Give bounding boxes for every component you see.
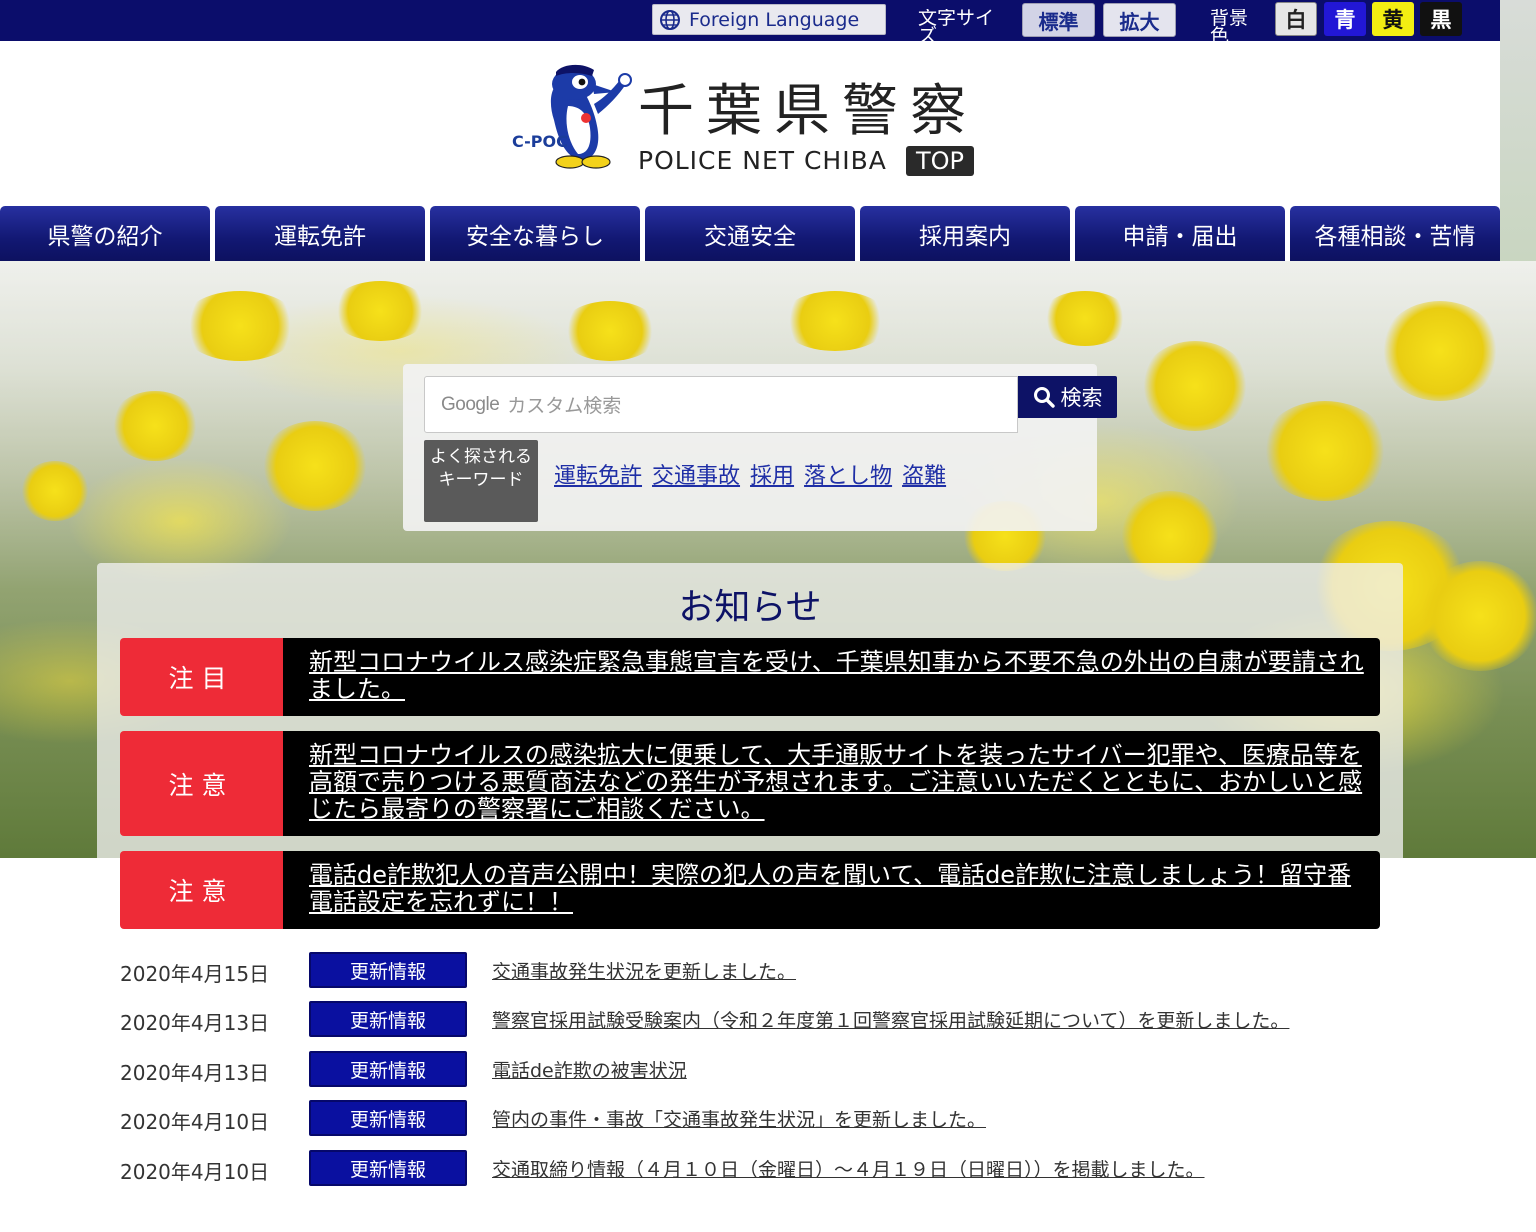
popular-keywords: 運転免許 交通事故 採用 落とし物 盗難 [554,458,946,490]
keyword-link-accident[interactable]: 交通事故 [652,458,740,490]
nav-item-about[interactable]: 県警の紹介 [0,206,210,261]
update-row: 2020年4月13日 更新情報 警察官採用試験受験案内（令和２年度第１回警察官採… [120,1001,1390,1037]
alert-tag: 注目 [120,638,283,716]
update-date: 2020年4月10日 [120,1110,270,1134]
bg-blue-button[interactable]: 青 [1324,2,1366,36]
alert-item[interactable]: 注意 新型コロナウイルスの感染拡大に便乗して、大手通販サイトを装ったサイバー犯罪… [120,731,1380,836]
alert-text[interactable]: 新型コロナウイルス感染症緊急事態宣言を受け、千葉県知事から不要不急の外出の自粛が… [283,638,1380,716]
search-icon [1033,387,1055,408]
bg-yellow-button[interactable]: 黄 [1372,2,1414,36]
flower-cluster [1040,291,1130,346]
keyword-link-license[interactable]: 運転免許 [554,458,642,490]
flower-cluster [260,421,370,511]
update-badge: 更新情報 [309,1100,467,1136]
font-size-label: 文字サイズ [918,9,995,41]
update-row: 2020年4月10日 更新情報 管内の事件・事故「交通事故発生状況」を更新しまし… [120,1100,1390,1136]
nav-item-recruit[interactable]: 採用案内 [860,206,1070,261]
font-large-button[interactable]: 拡大 [1103,3,1176,37]
popular-keywords-badge: よく探されるキーワード [424,440,538,522]
mascot-icon [550,64,632,169]
mascot-label: C-POC [512,132,568,151]
notice-title: お知らせ [678,587,822,628]
update-row: 2020年4月15日 更新情報 交通事故発生状況を更新しました。 [120,952,1390,988]
alert-item[interactable]: 注目 新型コロナウイルス感染症緊急事態宣言を受け、千葉県知事から不要不急の外出の… [120,638,1380,716]
font-standard-button[interactable]: 標準 [1022,3,1095,37]
flower-cluster [560,301,660,361]
update-badge: 更新情報 [309,1001,467,1037]
flower-cluster [1260,401,1390,501]
alert-tag: 注意 [120,731,283,836]
bg-color-label: 背景色 [1210,9,1249,41]
flower-cluster [180,291,300,361]
nav-item-license[interactable]: 運転免許 [215,206,425,261]
update-badge: 更新情報 [309,1150,467,1186]
search-placeholder: カスタム検索 [507,395,622,417]
search-input[interactable]: Google カスタム検索 [424,376,1018,433]
nav-item-safety[interactable]: 安全な暮らし [430,206,640,261]
update-date: 2020年4月13日 [120,1011,270,1035]
keyword-link-recruit[interactable]: 採用 [750,458,794,490]
nav-item-applications[interactable]: 申請・届出 [1075,206,1285,261]
site-title: 千葉県警察 [638,79,978,144]
alert-text[interactable]: 電話de詐欺犯人の音声公開中！実際の犯人の声を聞いて、電話de詐欺に注意しましょ… [283,851,1380,929]
update-date: 2020年4月10日 [120,1160,270,1184]
foreign-language-label: Foreign Language [689,8,860,31]
update-link[interactable]: 管内の事件・事故「交通事故発生状況」を更新しました。 [492,1105,986,1132]
globe-icon [660,9,680,30]
update-date: 2020年4月13日 [120,1061,270,1085]
update-link[interactable]: 交通取締り情報（４月１０日（金曜日）～４月１９日（日曜日））を掲載しました。 [492,1155,1205,1182]
update-badge: 更新情報 [309,1051,467,1087]
flower-cluster [110,391,200,461]
main-nav: 県警の紹介 運転免許 安全な暮らし 交通安全 採用案内 申請・届出 各種相談・苦… [0,206,1500,261]
update-row: 2020年4月10日 更新情報 交通取締り情報（４月１０日（金曜日）～４月１９日… [120,1150,1390,1186]
keyword-link-lost-item[interactable]: 落とし物 [804,458,892,490]
update-badge: 更新情報 [309,952,467,988]
alert-item[interactable]: 注意 電話de詐欺犯人の音声公開中！実際の犯人の声を聞いて、電話de詐欺に注意し… [120,851,1380,929]
keyword-link-theft[interactable]: 盗難 [902,458,946,490]
search-button-label: 検索 [1060,386,1103,410]
flower-cluster [1140,341,1250,431]
bg-black-button[interactable]: 黒 [1420,2,1462,36]
update-link[interactable]: 交通事故発生状況を更新しました。 [492,957,796,984]
nav-item-traffic[interactable]: 交通安全 [645,206,855,261]
alert-tag: 注意 [120,851,283,929]
update-date: 2020年4月15日 [120,962,270,986]
flower-cluster [20,461,90,521]
flower-cluster [780,291,890,351]
update-row: 2020年4月13日 更新情報 電話de詐欺の被害状況 [120,1051,1390,1087]
bg-white-button[interactable]: 白 [1275,2,1317,36]
google-label: Google [441,393,500,415]
site-logo[interactable]: C-POC 千葉県警察 POLICE NET CHIBA TOP [508,62,978,182]
alert-text[interactable]: 新型コロナウイルスの感染拡大に便乗して、大手通販サイトを装ったサイバー犯罪や、医… [283,731,1380,836]
top-tag: TOP [906,146,974,176]
foreign-language-button[interactable]: Foreign Language [652,4,886,35]
update-link[interactable]: 電話de詐欺の被害状況 [492,1056,687,1083]
flower-cluster [1380,301,1500,401]
nav-item-consultation[interactable]: 各種相談・苦情 [1290,206,1500,261]
site-subtitle: POLICE NET CHIBA [638,146,887,175]
search-button[interactable]: 検索 [1018,376,1117,418]
flower-cluster [330,281,430,341]
update-link[interactable]: 警察官採用試験受験案内（令和２年度第１回警察官採用試験延期について）を更新しまし… [492,1006,1289,1033]
